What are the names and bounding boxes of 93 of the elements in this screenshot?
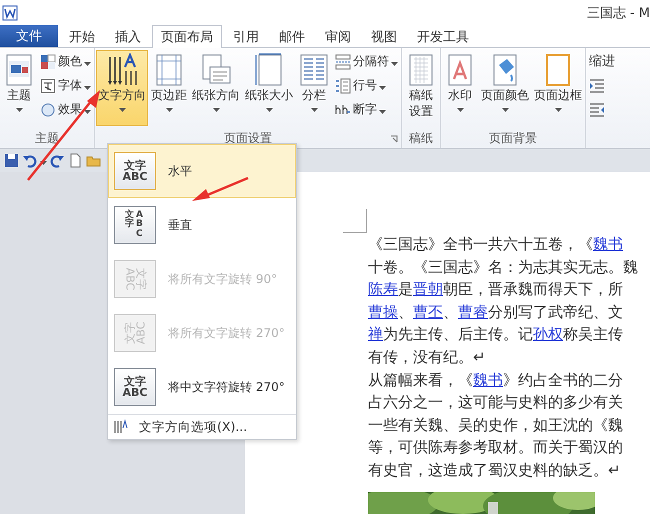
- tile-text: ABC: [122, 387, 148, 398]
- group-label: 稿纸: [409, 130, 433, 147]
- caret-icon: [554, 108, 562, 112]
- document-text-line: 占六分之一，这可能与史料的多少有关: [368, 392, 624, 414]
- tile-text: ABC: [136, 210, 144, 240]
- ribbon-dropdown-button[interactable]: 页面边框: [532, 50, 584, 126]
- ribbon-dropdown-button[interactable]: 断字: [333, 98, 400, 121]
- ribbon-dropdown-button[interactable]: 文字方向: [96, 50, 148, 126]
- group-label: 页面设置: [224, 130, 272, 147]
- text-direction-icon: [106, 53, 138, 87]
- text-direction-icon: [113, 419, 129, 435]
- link[interactable]: 曹睿: [458, 302, 488, 321]
- document-text-line: 一些有关魏、吴的史作，如王沈的《魏: [368, 414, 624, 436]
- caret-icon: [379, 110, 386, 114]
- link[interactable]: 晋朝: [413, 280, 443, 298]
- caret-icon: [212, 108, 220, 112]
- page-break-icon: [335, 54, 351, 70]
- indent-left-icon: [589, 78, 605, 94]
- tile-text: ABC: [122, 171, 148, 182]
- caret-icon: [456, 108, 464, 112]
- annotation-arrow: [192, 176, 248, 201]
- document-text-line: 禅为先主传、后主传。记孙权称吴主传: [368, 324, 624, 346]
- caret-icon: [16, 108, 22, 112]
- ribbon-tab[interactable]: 开发工具: [408, 25, 478, 47]
- circle-icon: [40, 102, 56, 118]
- document-text-line: 等，可供陈寿参考取材。而关于蜀汉的: [368, 437, 624, 458]
- ribbon-tab[interactable]: 审阅: [316, 25, 360, 47]
- link[interactable]: 魏书: [593, 235, 623, 253]
- new-document-icon[interactable]: [68, 153, 83, 168]
- caret-icon[interactable]: [40, 160, 47, 164]
- document-text-line: 陈寿是晋朝朝臣，晋承魏而得天下，所: [368, 279, 624, 300]
- ribbon-dropdown-button[interactable]: 分隔符: [333, 50, 400, 73]
- margin-corner-mark: [343, 209, 367, 233]
- ribbon-dropdown-button[interactable]: 分栏: [296, 50, 332, 126]
- color-swatch-icon: [40, 54, 56, 70]
- link[interactable]: 曹丕: [413, 302, 443, 321]
- ribbon-dropdown-button[interactable]: 纸张大小: [243, 50, 295, 126]
- ribbon-dropdown-button[interactable]: 主题: [1, 50, 37, 126]
- link[interactable]: 禅: [368, 325, 383, 344]
- columns-icon: [298, 53, 330, 87]
- line-numbers-icon: [335, 78, 351, 94]
- ribbon-dropdown-button[interactable]: 字体: [38, 74, 93, 97]
- undo-icon[interactable]: [22, 153, 37, 168]
- ribbon-dropdown-button[interactable]: 水印: [442, 50, 478, 126]
- menu-item[interactable]: 文字方向选项(X)...: [108, 414, 296, 439]
- ribbon-tab[interactable]: 页面布局: [152, 25, 222, 48]
- window-title: 三国志 - M: [586, 4, 650, 22]
- caret-icon: [310, 108, 318, 112]
- menu-item[interactable]: 文字 ABC 水平: [108, 144, 296, 198]
- group-label: 主题: [35, 130, 59, 147]
- save-icon[interactable]: [4, 153, 19, 168]
- ribbon-tab[interactable]: 视图: [362, 25, 406, 47]
- ribbon-dropdown-button[interactable]: 纸张方向: [190, 50, 242, 126]
- ribbon-button[interactable]: 稿纸设置: [403, 50, 439, 126]
- file-tab[interactable]: 文件: [0, 25, 58, 47]
- caret-icon: [266, 108, 272, 112]
- ribbon-dropdown-button[interactable]: 页面颜色: [479, 50, 531, 126]
- caret-icon: [84, 62, 91, 66]
- document-text-line: 十卷。《三国志》名：为志其实无志。魏: [368, 256, 639, 278]
- link[interactable]: 孙权: [533, 325, 563, 344]
- menu-item[interactable]: 文字 ABC 垂直: [108, 198, 296, 252]
- group-label: 缩进: [589, 53, 615, 70]
- ribbon-tab[interactable]: 邮件: [270, 25, 314, 47]
- ribbon-tab[interactable]: 开始: [60, 25, 104, 47]
- tile-text: 文字: [124, 160, 146, 171]
- caret-icon: [391, 62, 398, 66]
- document-text-line: 从篇幅来看，《魏书》约占全书的二分: [368, 370, 624, 391]
- document-text-line: 曹操、曹丕、曹睿分别写了武帝纪、文: [368, 302, 624, 323]
- link[interactable]: 陈寿: [368, 280, 398, 298]
- document-text-line: 《三国志》全书一共六十五卷，《魏书: [368, 234, 624, 255]
- document-text-line: 有史官，这造成了蜀汉史料的缺乏。↵: [368, 460, 622, 481]
- caret-icon: [502, 108, 508, 112]
- caret-icon: [84, 110, 91, 114]
- link[interactable]: 魏书: [473, 370, 503, 389]
- caret-icon: [379, 86, 386, 90]
- menu-item[interactable]: 文字 ABC 将中文字符旋转 270°: [108, 360, 296, 414]
- font-icon: [40, 78, 56, 94]
- caret-icon: [166, 108, 172, 112]
- ribbon-tab[interactable]: 引用: [224, 25, 268, 47]
- ribbon-tab[interactable]: 插入: [106, 25, 150, 47]
- ribbon-dropdown-button[interactable]: 页边距: [149, 50, 189, 126]
- tile-text: 文字: [125, 210, 134, 230]
- ribbon-dropdown-button[interactable]: 颜色: [38, 50, 93, 73]
- link[interactable]: 曹操: [368, 302, 398, 321]
- document-text-line: 有传，没有纪。↵: [368, 346, 487, 368]
- group-label: 页面背景: [489, 130, 537, 147]
- tile-text: 文字: [124, 376, 146, 387]
- redo-icon[interactable]: [50, 153, 65, 168]
- ribbon-dropdown-button[interactable]: 效果: [38, 98, 93, 121]
- ribbon-dropdown-button[interactable]: 行号: [333, 74, 400, 97]
- caret-icon: [84, 86, 91, 90]
- indent-right-icon: [589, 102, 605, 118]
- caret-icon: [118, 108, 126, 112]
